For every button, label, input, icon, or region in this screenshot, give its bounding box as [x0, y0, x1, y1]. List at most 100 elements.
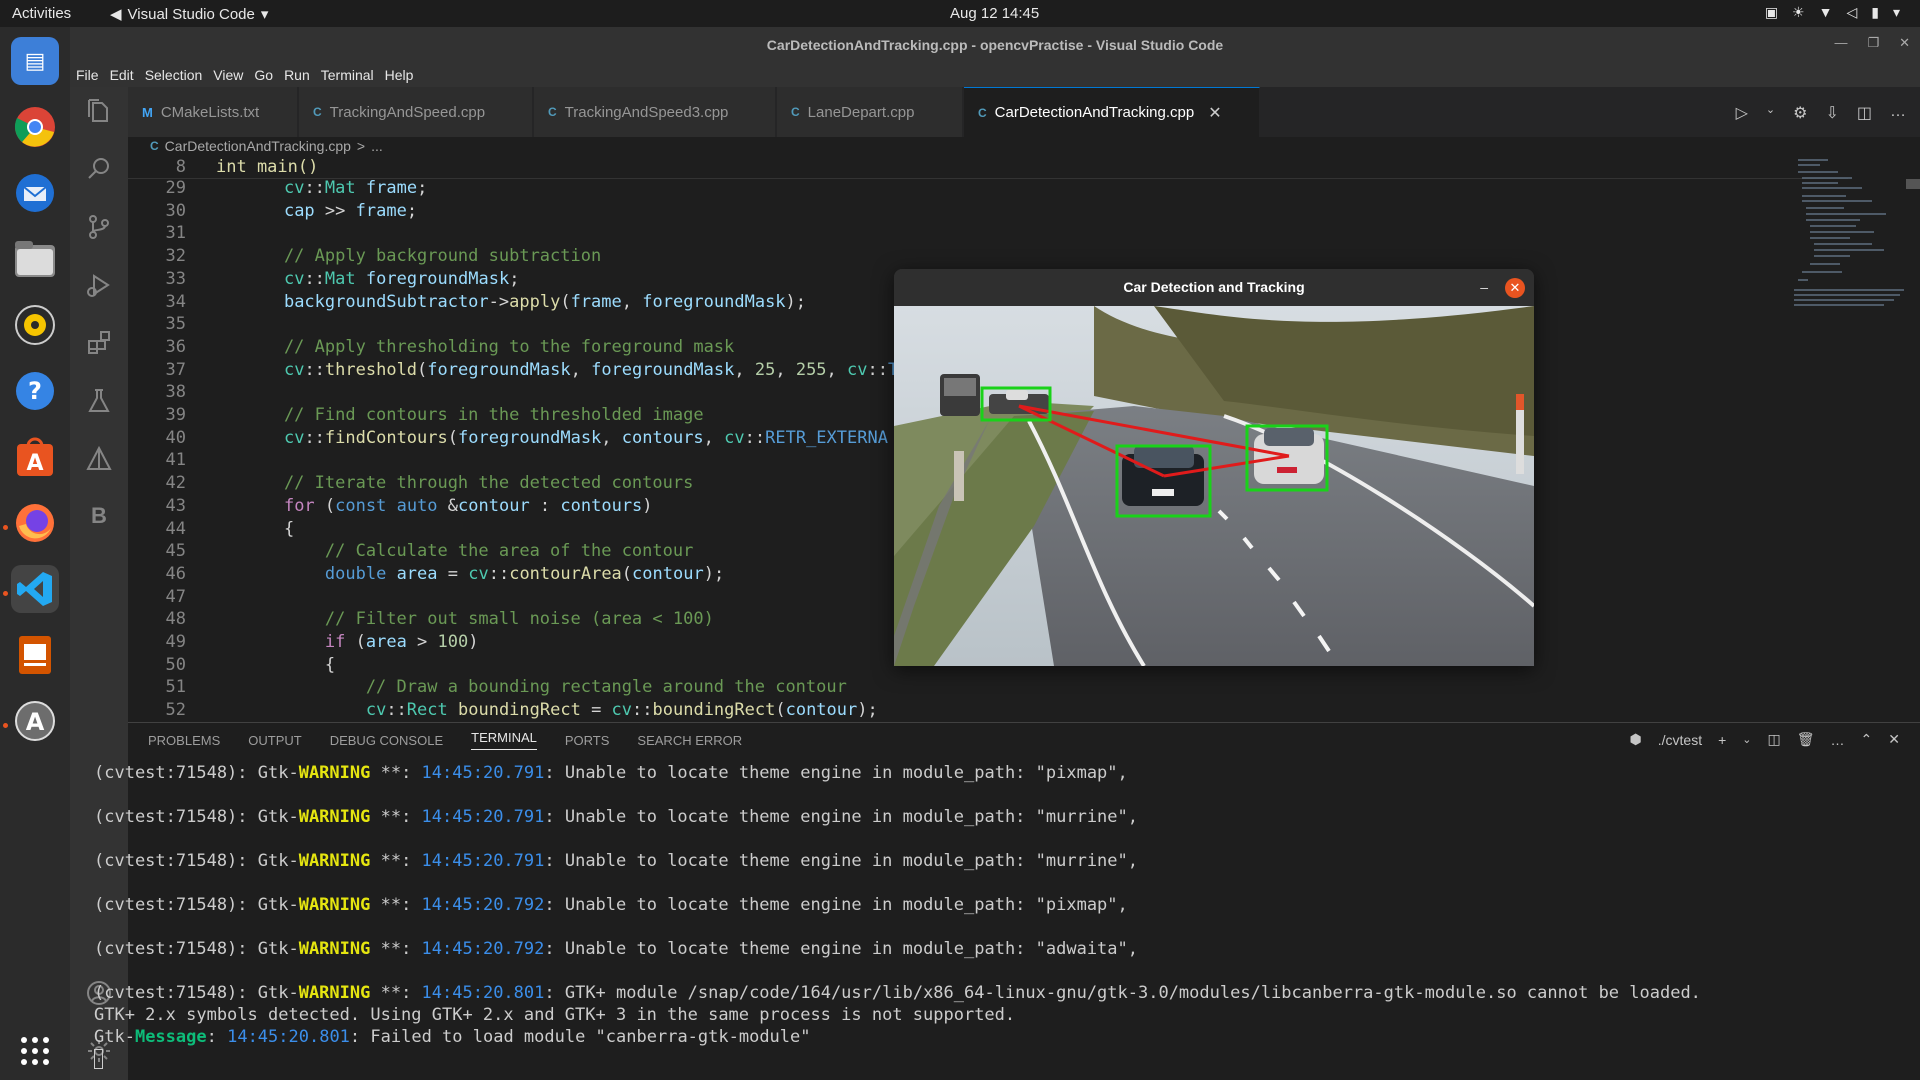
close-tab-icon[interactable]: ✕	[1208, 103, 1221, 123]
line-number: 47	[165, 586, 186, 607]
extensions-icon[interactable]	[84, 329, 114, 359]
tab-cmakelists[interactable]: M CMakeLists.txt	[128, 87, 298, 137]
brightness-icon: ☀	[1792, 4, 1805, 20]
files-icon[interactable]	[11, 235, 59, 283]
rhythmbox-icon[interactable]	[11, 301, 59, 349]
code-line[interactable]: 32 // Apply background subtraction	[128, 246, 1848, 268]
code-text: // Calculate the area of the contour	[243, 541, 694, 562]
search-icon[interactable]	[84, 155, 114, 185]
split-editor-icon[interactable]: ◫	[1857, 103, 1872, 123]
cmake-icon[interactable]	[84, 445, 114, 475]
run-debug-icon[interactable]	[84, 271, 114, 301]
code-line[interactable]: 30 cap >> frame;	[128, 201, 1848, 223]
panel-tab-search-error[interactable]: SEARCH ERROR	[637, 733, 742, 748]
more-actions-icon[interactable]: …	[1831, 732, 1845, 748]
terminal-shell-icon: ⬢	[1629, 731, 1642, 747]
code-line[interactable]: 29 cv::Mat frame;	[128, 178, 1848, 200]
show-apps-icon[interactable]	[11, 1027, 59, 1075]
terminal-name[interactable]: ./cvtest	[1658, 732, 1702, 748]
panel-tab-problems[interactable]: PROBLEMS	[148, 733, 220, 748]
breadcrumb-more[interactable]: ...	[371, 138, 383, 154]
line-number: 52	[165, 700, 186, 721]
breadcrumb-file[interactable]: CarDetectionAndTracking.cpp	[165, 138, 351, 154]
minimap[interactable]	[1790, 157, 1910, 357]
split-terminal-icon[interactable]: ◫	[1768, 731, 1781, 748]
tab-trackingandspeed[interactable]: C TrackingAndSpeed.cpp	[299, 87, 533, 137]
terminal-line: (cvtest:71548): Gtk-WARNING **: 14:45:20…	[94, 939, 1138, 959]
code-text: {	[243, 518, 295, 539]
software-center-icon[interactable]: A	[11, 433, 59, 481]
minimize-button[interactable]: —	[1834, 35, 1847, 51]
chrome-icon[interactable]	[11, 103, 59, 151]
gear-icon[interactable]: ⚙	[1793, 103, 1807, 123]
activities-button[interactable]: Activities	[12, 5, 71, 22]
code-text: cap >> frame;	[283, 200, 418, 221]
maximize-button[interactable]: ❐	[1867, 35, 1879, 51]
sticky-scroll-line[interactable]: 8 int main()	[128, 157, 1848, 179]
popup-minimize-button[interactable]: –	[1480, 279, 1488, 295]
running-indicator	[3, 525, 8, 530]
panel-tab-output[interactable]: OUTPUT	[248, 733, 301, 748]
source-control-icon[interactable]	[84, 213, 114, 243]
vscode-icon[interactable]	[11, 565, 59, 613]
clock[interactable]: Aug 12 14:45	[950, 5, 1039, 22]
tab-label: LaneDepart.cpp	[807, 103, 915, 121]
chevron-down-icon[interactable]: ⌄	[1766, 103, 1775, 123]
system-tray[interactable]: ▣ ☀ ▼ ◁ ▮ ▾	[1765, 4, 1900, 21]
menu-edit[interactable]: Edit	[110, 67, 134, 83]
car-detection-window[interactable]: Car Detection and Tracking – ✕	[894, 269, 1534, 666]
firefox-icon[interactable]	[11, 499, 59, 547]
panel-tab-ports[interactable]: PORTS	[565, 733, 610, 748]
tab-cardetectionandtracking[interactable]: C CarDetectionAndTracking.cpp ✕	[964, 87, 1260, 137]
new-terminal-icon[interactable]: +	[1718, 732, 1726, 748]
run-icon[interactable]: ▷	[1736, 103, 1748, 123]
help-icon[interactable]: ?	[11, 367, 59, 415]
terminal-output[interactable]: (cvtest:71548): Gtk-WARNING **: 14:45:20…	[94, 763, 1814, 1069]
maximize-panel-icon[interactable]: ⌃	[1861, 731, 1873, 748]
tab-lanedepart[interactable]: C LaneDepart.cpp	[777, 87, 963, 137]
running-indicator	[3, 723, 8, 728]
code-text: // Draw a bounding rectangle around the …	[243, 677, 847, 698]
libreoffice-impress-icon[interactable]	[11, 631, 59, 679]
tab-trackingandspeed3[interactable]: C TrackingAndSpeed3.cpp	[534, 87, 776, 137]
menu-go[interactable]: Go	[254, 67, 273, 83]
close-panel-icon[interactable]: ✕	[1888, 731, 1900, 748]
editor-scrollbar[interactable]	[1906, 179, 1920, 189]
software-updater-icon[interactable]: A	[11, 697, 59, 745]
explorer-icon[interactable]	[84, 97, 114, 127]
popup-title[interactable]: Car Detection and Tracking	[894, 269, 1534, 306]
code-line[interactable]: 51 // Draw a bounding rectangle around t…	[128, 677, 1848, 699]
thunderbird-icon[interactable]	[11, 169, 59, 217]
line-number: 36	[165, 336, 186, 357]
cpp-file-icon: C	[548, 105, 557, 119]
terminal-cursor[interactable]	[94, 1049, 103, 1069]
cpp-file-icon: C	[313, 105, 322, 119]
menu-selection[interactable]: Selection	[145, 67, 203, 83]
panel-tab-terminal[interactable]: TERMINAL	[471, 730, 537, 750]
chevron-down-icon[interactable]: ⌄	[1742, 733, 1751, 746]
menu-view[interactable]: View	[213, 67, 243, 83]
code-text: // Filter out small noise (area < 100)	[243, 609, 714, 630]
build-icon[interactable]: ⇩	[1825, 103, 1838, 123]
more-actions-icon[interactable]: …	[1890, 103, 1906, 123]
sticky-code: int main()	[216, 157, 319, 177]
app-menu[interactable]: ◀ Visual Studio Code ▾	[110, 5, 268, 24]
menu-run[interactable]: Run	[284, 67, 310, 83]
line-number: 44	[165, 518, 186, 539]
code-text: for (const auto &contour : contours)	[283, 495, 653, 516]
line-number: 32	[165, 246, 186, 267]
close-button[interactable]: ✕	[1899, 35, 1910, 51]
svg-text:A: A	[26, 451, 43, 476]
bookmarks-icon[interactable]: B	[84, 503, 114, 533]
window-titlebar[interactable]: CarDetectionAndTracking.cpp - opencvPrac…	[70, 27, 1920, 63]
menu-file[interactable]: File	[76, 67, 99, 83]
menu-help[interactable]: Help	[385, 67, 414, 83]
popup-close-button[interactable]: ✕	[1505, 278, 1525, 298]
code-line[interactable]: 52 cv::Rect boundingRect = cv::boundingR…	[128, 700, 1848, 722]
panel-tab-debug-console[interactable]: DEBUG CONSOLE	[330, 733, 443, 748]
menu-terminal[interactable]: Terminal	[321, 67, 374, 83]
trash-icon[interactable]: 🗑	[1797, 731, 1815, 748]
testing-icon[interactable]	[84, 387, 114, 417]
libreoffice-writer-icon[interactable]: ▤	[11, 37, 59, 85]
code-line[interactable]: 31	[128, 223, 1848, 245]
